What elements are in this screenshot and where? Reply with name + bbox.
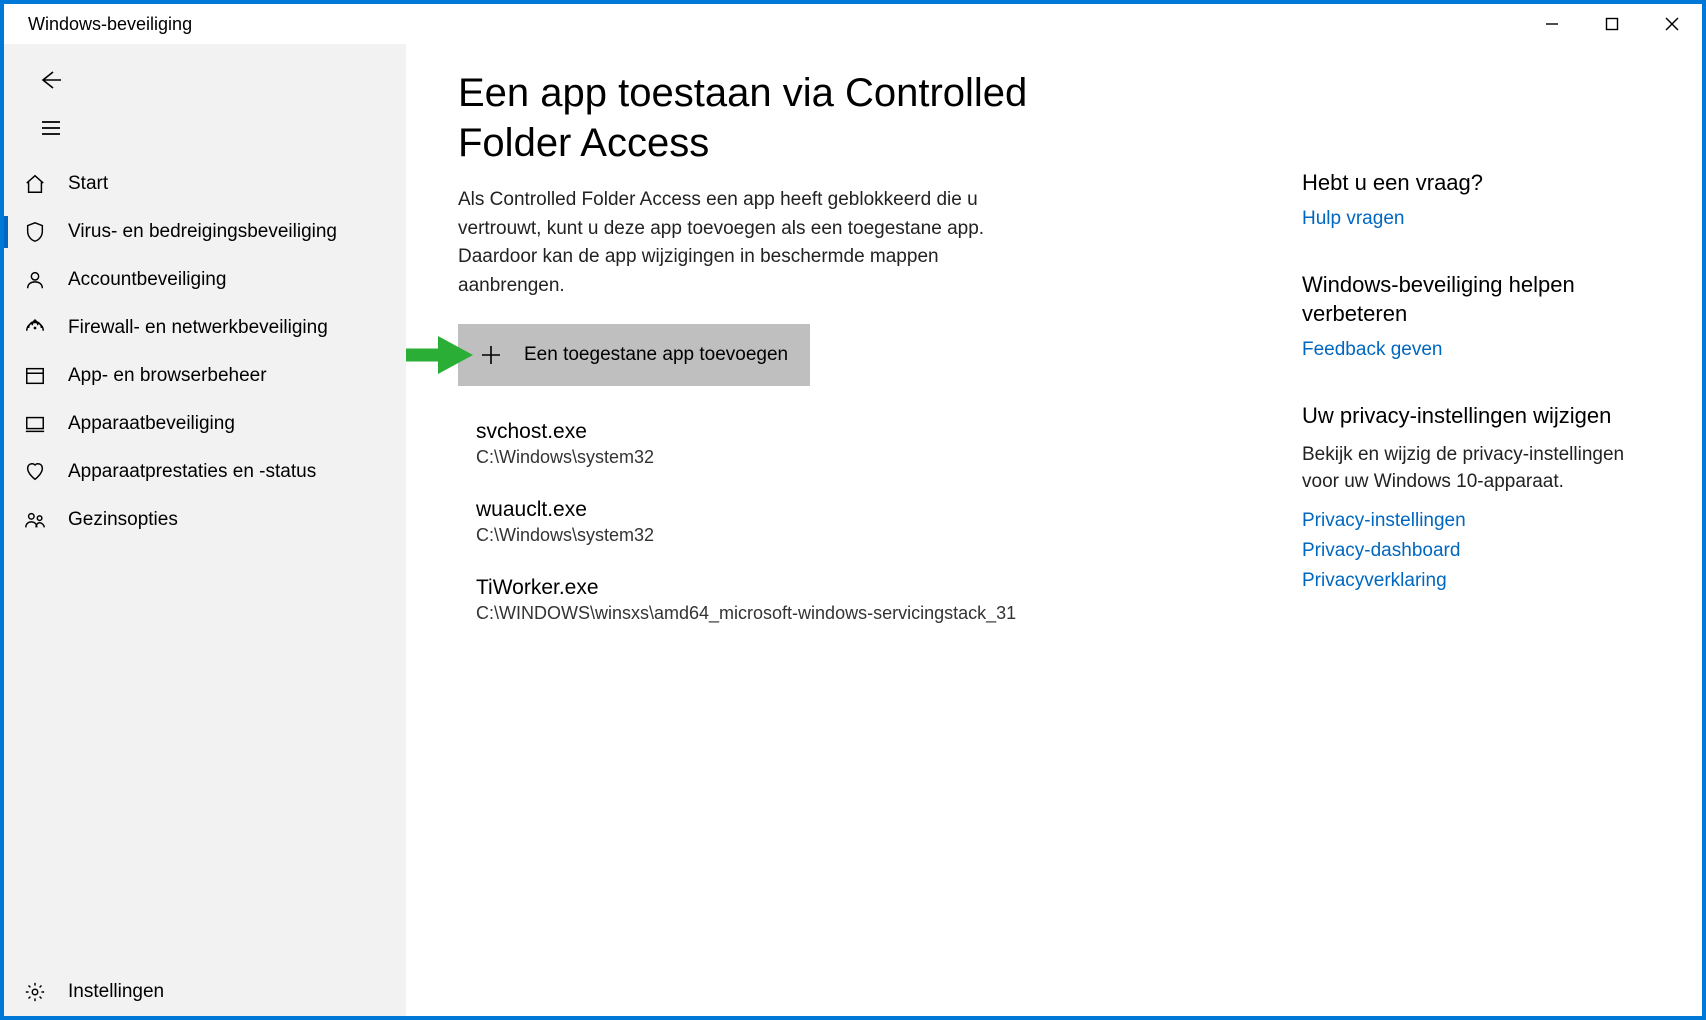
- nav-label: Instellingen: [68, 981, 164, 1003]
- content: Een app toestaan via Controlled Folder A…: [406, 44, 1702, 1016]
- add-allowed-app-button[interactable]: Een toegestane app toevoegen: [458, 324, 810, 386]
- shield-icon: [24, 221, 68, 243]
- nav-item-settings[interactable]: Instellingen: [4, 968, 406, 1016]
- help-section: Hebt u een vraag? Hulp vragen: [1302, 168, 1642, 230]
- main-column: Een app toestaan via Controlled Folder A…: [458, 68, 1028, 1016]
- aside-column: Hebt u een vraag? Hulp vragen Windows-be…: [1302, 68, 1642, 1016]
- back-button[interactable]: [24, 56, 78, 104]
- minimize-button[interactable]: [1522, 4, 1582, 44]
- app-item[interactable]: wuauclt.exe C:\Windows\system32: [476, 498, 1028, 546]
- caption-buttons: [1522, 4, 1702, 44]
- add-button-wrap: Een toegestane app toevoegen: [458, 324, 810, 386]
- sidebar-top: [4, 56, 406, 152]
- app-path: C:\Windows\system32: [476, 525, 1028, 546]
- nav-item-family[interactable]: Gezinsopties: [4, 496, 406, 544]
- gear-icon: [24, 981, 68, 1003]
- sidebar: Start Virus- en bedreigingsbeveiliging A…: [4, 44, 406, 1016]
- app-item[interactable]: TiWorker.exe C:\WINDOWS\winsxs\amd64_mic…: [476, 576, 1028, 624]
- privacy-dashboard-link[interactable]: Privacy-dashboard: [1302, 540, 1642, 562]
- privacy-text: Bekijk en wijzig de privacy-instellingen…: [1302, 441, 1642, 496]
- window-title: Windows-beveiliging: [28, 14, 1522, 35]
- nav-list: Start Virus- en bedreigingsbeveiliging A…: [4, 160, 406, 544]
- nav-label: Firewall- en netwerkbeveiliging: [68, 317, 328, 339]
- sidebar-bottom: Instellingen: [4, 968, 406, 1016]
- account-icon: [24, 269, 68, 291]
- add-button-label: Een toegestane app toevoegen: [524, 344, 788, 366]
- device-icon: [24, 413, 68, 435]
- nav-label: Virus- en bedreigingsbeveiliging: [68, 221, 337, 243]
- titlebar: Windows-beveiliging: [4, 4, 1702, 44]
- nav-label: Apparaatbeveiliging: [68, 413, 235, 435]
- privacy-statement-link[interactable]: Privacyverklaring: [1302, 570, 1642, 592]
- firewall-icon: [24, 317, 68, 339]
- nav-label: Apparaatprestaties en -status: [68, 461, 316, 483]
- nav-label: App- en browserbeheer: [68, 365, 267, 387]
- plus-icon: [480, 344, 502, 366]
- close-button[interactable]: [1642, 4, 1702, 44]
- privacy-settings-link[interactable]: Privacy-instellingen: [1302, 510, 1642, 532]
- app-path: C:\Windows\system32: [476, 447, 1028, 468]
- app-item[interactable]: svchost.exe C:\Windows\system32: [476, 420, 1028, 468]
- app-window: Windows-beveiliging: [4, 4, 1702, 1016]
- app-path: C:\WINDOWS\winsxs\amd64_microsoft-window…: [476, 603, 1028, 624]
- body: Start Virus- en bedreigingsbeveiliging A…: [4, 44, 1702, 1016]
- privacy-heading: Uw privacy-instellingen wijzigen: [1302, 401, 1642, 431]
- maximize-button[interactable]: [1582, 4, 1642, 44]
- maximize-icon: [1605, 17, 1619, 31]
- privacy-section: Uw privacy-instellingen wijzigen Bekijk …: [1302, 401, 1642, 592]
- nav-item-device[interactable]: Apparaatbeveiliging: [4, 400, 406, 448]
- app-name: TiWorker.exe: [476, 576, 1028, 600]
- app-name: wuauclt.exe: [476, 498, 1028, 522]
- nav-label: Gezinsopties: [68, 509, 178, 531]
- nav-label: Accountbeveiliging: [68, 269, 226, 291]
- help-link[interactable]: Hulp vragen: [1302, 208, 1642, 230]
- health-icon: [24, 461, 68, 483]
- nav-item-app-browser[interactable]: App- en browserbeheer: [4, 352, 406, 400]
- nav-item-health[interactable]: Apparaatprestaties en -status: [4, 448, 406, 496]
- improve-heading: Windows-beveiliging helpen verbeteren: [1302, 270, 1642, 329]
- app-name: svchost.exe: [476, 420, 1028, 444]
- feedback-link[interactable]: Feedback geven: [1302, 339, 1642, 361]
- nav-item-firewall[interactable]: Firewall- en netwerkbeveiliging: [4, 304, 406, 352]
- nav-item-account[interactable]: Accountbeveiliging: [4, 256, 406, 304]
- nav-item-virus[interactable]: Virus- en bedreigingsbeveiliging: [4, 208, 406, 256]
- nav-item-home[interactable]: Start: [4, 160, 406, 208]
- home-icon: [24, 173, 68, 195]
- help-heading: Hebt u een vraag?: [1302, 168, 1642, 198]
- nav-label: Start: [68, 173, 108, 195]
- page-title: Een app toestaan via Controlled Folder A…: [458, 68, 1028, 168]
- hamburger-button[interactable]: [24, 104, 78, 152]
- page-description: Als Controlled Folder Access een app hee…: [458, 186, 1028, 300]
- allowed-apps-list: svchost.exe C:\Windows\system32 wuauclt.…: [458, 420, 1028, 624]
- back-icon: [39, 68, 63, 92]
- app-icon: [24, 365, 68, 387]
- minimize-icon: [1545, 17, 1559, 31]
- family-icon: [24, 509, 68, 531]
- close-icon: [1665, 17, 1679, 31]
- hamburger-icon: [40, 117, 62, 139]
- improve-section: Windows-beveiliging helpen verbeteren Fe…: [1302, 270, 1642, 361]
